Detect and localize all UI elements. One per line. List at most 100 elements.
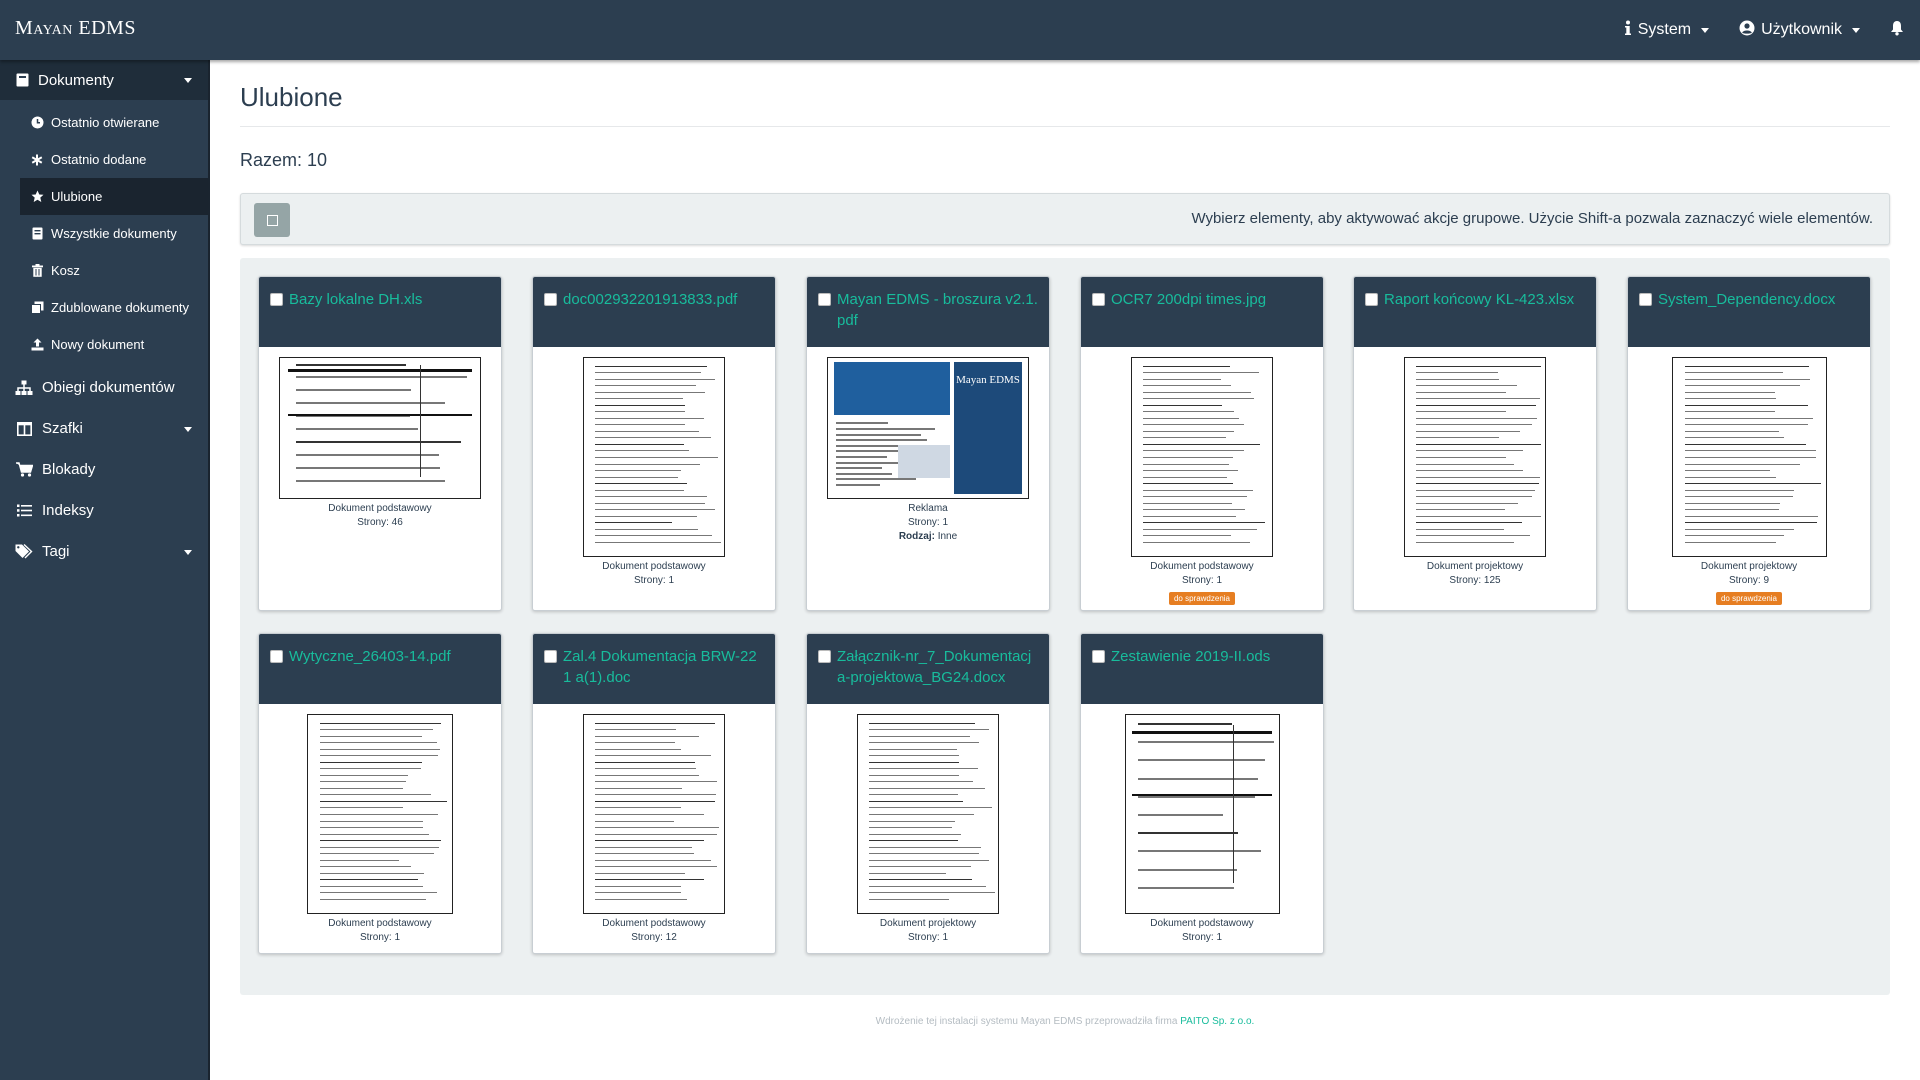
sidebar-item-workflows[interactable]: Obiegi dokumentów	[0, 367, 208, 408]
sidebar-item-indexes[interactable]: Indeksy	[0, 490, 208, 531]
status-badge: do sprawdzenia	[1715, 592, 1783, 605]
document-type: Dokument podstawowy	[602, 561, 706, 572]
sidebar-item-label: Tagi	[42, 543, 70, 560]
sidebar-item-label: Wszystkie dokumenty	[51, 226, 177, 241]
document-pages: Strony: 46	[357, 517, 403, 528]
document-title-link[interactable]: Załącznik-nr_7_Dokumentacja-projektowa_B…	[837, 646, 1039, 688]
document-kind: Rodzaj: Inne	[807, 530, 1049, 544]
document-thumbnail[interactable]	[279, 357, 481, 499]
sidebar-item-wszystkie-dokumenty[interactable]: Wszystkie dokumenty	[20, 215, 208, 252]
document-checkbox[interactable]	[818, 293, 831, 306]
document-title-link[interactable]: Wytyczne_26403-14.pdf	[289, 646, 491, 667]
sidebar-item-checkouts[interactable]: Blokady	[0, 449, 208, 490]
document-type: Reklama	[908, 503, 948, 514]
document-thumbnail[interactable]	[1131, 357, 1273, 557]
asterisk-icon	[30, 154, 44, 166]
document-thumbnail[interactable]: Mayan EDMS	[827, 357, 1029, 499]
sidebar-item-ostatnio-dodane[interactable]: Ostatnio dodane	[20, 141, 208, 178]
select-all-button[interactable]	[254, 203, 290, 237]
document-checkbox[interactable]	[544, 650, 557, 663]
document-card-header: OCR7 200dpi times.jpg	[1081, 277, 1323, 347]
sidebar-item-tags[interactable]: Tagi	[0, 531, 208, 572]
footer-company-link[interactable]: PAITO Sp. z o.o.	[1180, 1016, 1254, 1027]
sidebar-item-label: Szafki	[42, 420, 83, 437]
bell-icon	[1890, 20, 1904, 41]
user-menu[interactable]: Użytkownik	[1739, 20, 1860, 41]
system-menu[interactable]: System	[1624, 20, 1710, 41]
user-menu-label: Użytkownik	[1761, 21, 1842, 38]
sidebar-item-ostatnio-otwierane[interactable]: Ostatnio otwierane	[20, 104, 208, 141]
page-title: Ulubione	[240, 82, 343, 112]
document-title-link[interactable]: Zal.4 Dokumentacja BRW-221 a(1).doc	[563, 646, 765, 688]
document-thumbnail[interactable]	[583, 357, 725, 557]
document-card-header: System_Dependency.docx	[1628, 277, 1870, 347]
chevron-down-icon	[1701, 27, 1710, 33]
sidebar-item-kosz[interactable]: Kosz	[20, 252, 208, 289]
document-thumbnail[interactable]	[583, 714, 725, 914]
document-thumbnail[interactable]	[1671, 357, 1827, 557]
document-title-link[interactable]: Raport końcowy KL-423.xlsx	[1384, 289, 1586, 310]
sidebar-item-label: Nowy dokument	[51, 337, 145, 352]
document-title-link[interactable]: Mayan EDMS - broszura v2.1.pdf	[837, 289, 1039, 331]
document-checkbox[interactable]	[1092, 293, 1105, 306]
document-checkbox[interactable]	[1092, 650, 1105, 663]
sidebar-item-label: Zdublowane dokumenty	[51, 300, 190, 315]
document-thumbnail[interactable]	[307, 714, 453, 914]
document-card-body: Dokument projektowy Strony: 125	[1354, 357, 1596, 588]
total-count: Razem: 10	[240, 150, 328, 170]
document-type: Dokument projektowy	[879, 918, 977, 929]
sidebar-item-label: Dokumenty	[38, 71, 114, 89]
sitemap-icon	[14, 380, 34, 396]
list-icon	[14, 504, 34, 517]
chevron-down-icon	[1852, 27, 1860, 33]
document-thumbnail[interactable]	[1404, 357, 1546, 557]
document-card-body: Dokument podstawowy Strony: 1	[259, 714, 501, 945]
document-title-link[interactable]: doc002932201913833.pdf	[563, 289, 765, 310]
system-menu-label: System	[1637, 21, 1692, 38]
document-checkbox[interactable]	[1639, 293, 1652, 306]
document-thumbnail[interactable]	[857, 714, 999, 914]
sidebar-item-cabinets[interactable]: Szafki	[0, 408, 208, 449]
document-card-header: Zestawienie 2019-II.ods	[1081, 634, 1323, 704]
document-title-link[interactable]: OCR7 200dpi times.jpg	[1111, 289, 1313, 310]
document-title-link[interactable]: Zestawienie 2019-II.ods	[1111, 646, 1313, 667]
document-card: Mayan EDMS - broszura v2.1.pdf Mayan EDMS…	[806, 276, 1050, 611]
user-circle-icon	[1739, 20, 1755, 41]
document-title-link[interactable]: System_Dependency.docx	[1658, 289, 1860, 310]
document-thumbnail[interactable]	[1124, 714, 1280, 914]
sidebar-item-documents[interactable]: Dokumenty	[0, 60, 208, 100]
document-card-body: Dokument podstawowy Strony: 1 do sprawdzen…	[1081, 357, 1323, 606]
document-card-body: Mayan EDMS Reklama Strony: 1 Rodzaj: Inne	[807, 357, 1049, 544]
sidebar-item-label: Ulubione	[51, 189, 103, 204]
document-title-link[interactable]: Bazy lokalne DH.xls	[289, 289, 491, 310]
sidebar-item-nowy-dokument[interactable]: Nowy dokument	[20, 326, 208, 363]
document-checkbox[interactable]	[270, 650, 283, 663]
document-pages: Strony: 1	[359, 932, 401, 943]
document-checkbox[interactable]	[544, 293, 557, 306]
document-kind-label: Rodzaj:	[898, 531, 935, 542]
clock-icon	[30, 116, 44, 129]
sidebar-item-label: Ostatnio otwierane	[51, 115, 160, 130]
book-icon	[14, 73, 30, 87]
sidebar: Dokumenty Ostatnio otwierane Ostatnio dod…	[0, 60, 210, 1080]
shopping-cart-icon	[14, 462, 34, 477]
sidebar-item-zdublowane-dokumenty[interactable]: Zdublowane dokumenty	[20, 289, 208, 326]
notifications-button[interactable]	[1890, 20, 1904, 41]
document-pages: Strony: 9	[1728, 575, 1770, 586]
document-card: Wytyczne_26403-14.pdf Dokument podstawowy…	[258, 633, 502, 954]
brand-logo[interactable]: Mayan EDMS	[15, 17, 136, 40]
document-checkbox[interactable]	[818, 650, 831, 663]
document-type: Dokument podstawowy	[328, 918, 432, 929]
sidebar-item-ulubione[interactable]: Ulubione	[20, 178, 208, 215]
trash-icon	[30, 264, 44, 277]
document-pages: Strony: 1	[633, 575, 675, 586]
bulk-actions-message: Wybierz elementy, aby aktywować akcje gr…	[1191, 210, 1873, 227]
document-checkbox[interactable]	[1365, 293, 1378, 306]
document-card: Bazy lokalne DH.xls Dokument podstawowy St…	[258, 276, 502, 611]
file-icon	[30, 227, 44, 240]
document-card-header: Załącznik-nr_7_Dokumentacja-projektowa_B…	[807, 634, 1049, 704]
document-card: OCR7 200dpi times.jpg Dokument podstawowy…	[1080, 276, 1324, 611]
top-navbar: Mayan EDMS System Użytkownik	[0, 0, 1920, 60]
document-checkbox[interactable]	[270, 293, 283, 306]
document-type: Dokument podstawowy	[1150, 561, 1254, 572]
